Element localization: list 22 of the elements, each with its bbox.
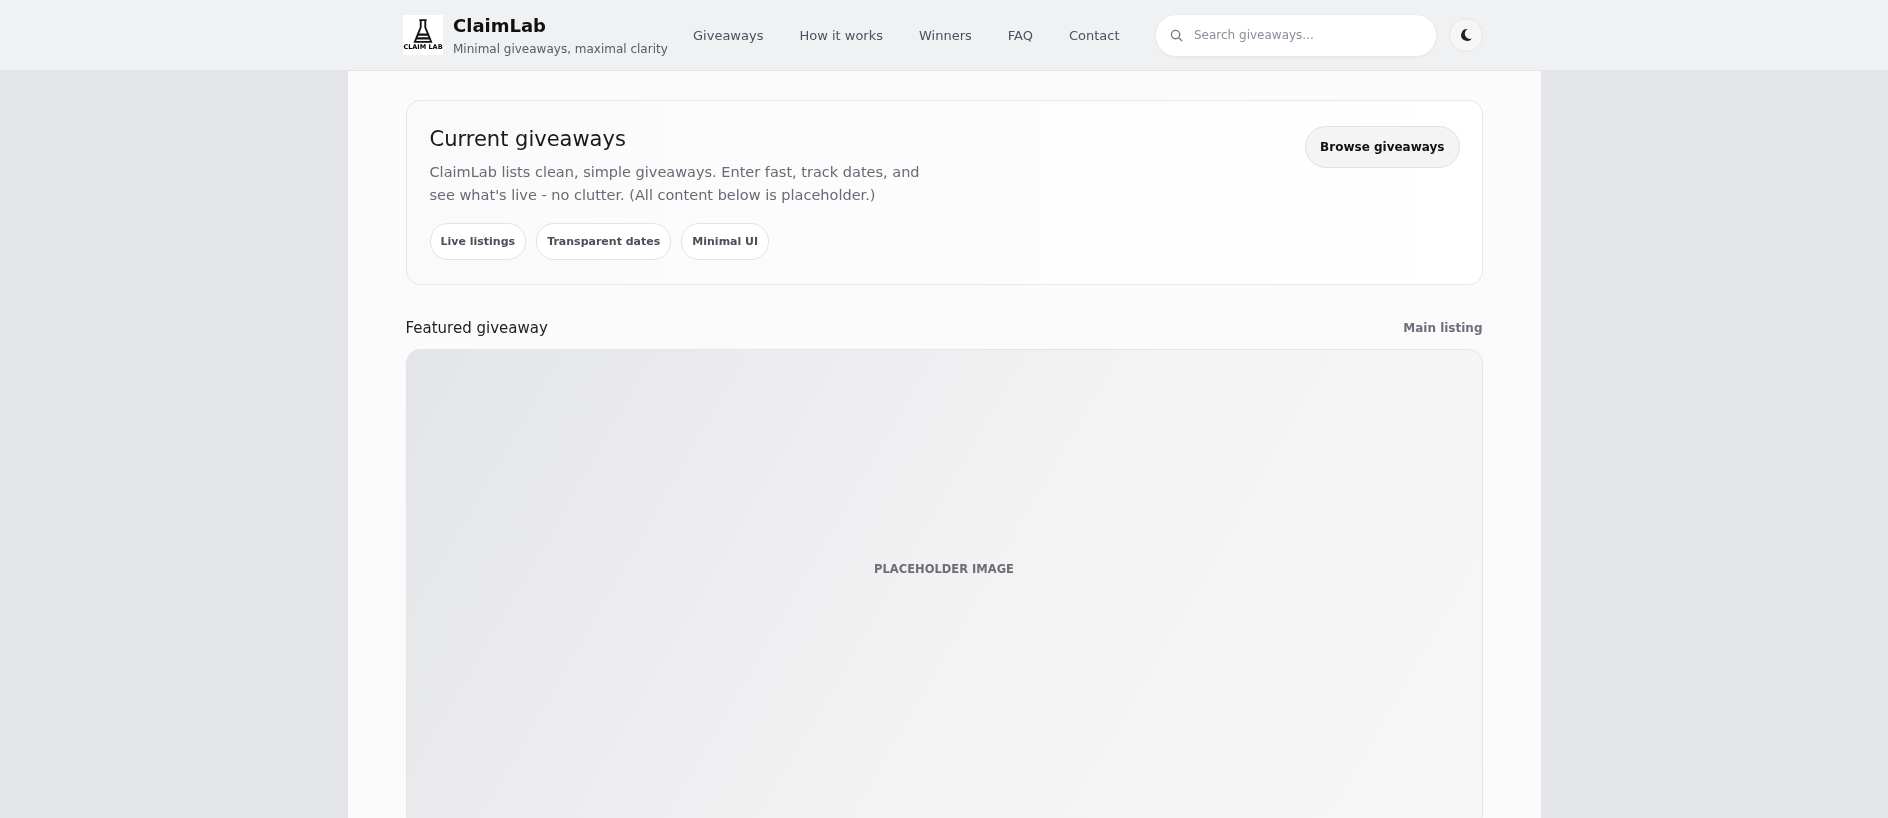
feature-tag: Transparent dates [536, 223, 672, 260]
nav-link[interactable]: FAQ [1007, 27, 1033, 43]
moon-icon [1459, 28, 1473, 42]
feature-tag: Live listings [429, 223, 527, 260]
section-title: Current giveaways [429, 127, 627, 151]
feature-tag: Minimal UI [681, 223, 770, 260]
nav-link[interactable]: Winners [919, 27, 972, 43]
nav-link[interactable]: Contact [1068, 27, 1120, 43]
tagline: Minimal giveaways, maximal clarity [453, 41, 668, 56]
theme-toggle-button[interactable] [1449, 18, 1483, 52]
section-note: Main listing [1403, 321, 1483, 335]
search-input[interactable]: Search giveaways... [1192, 27, 1422, 43]
browse-button[interactable]: Browse giveaways [1305, 126, 1460, 168]
intro-text: ClaimLab lists clean, simple giveaways. Enter fast, track dates, and see what's live - no clutter. (All content below is placeholder.) [429, 163, 921, 205]
search-field[interactable]: Search giveaways... [1156, 14, 1436, 56]
nav-link[interactable]: How it works [799, 27, 883, 43]
flask-icon [413, 19, 433, 45]
image-label: PLACEHOLDER IMAGE [874, 562, 1014, 576]
brand-name: ClaimLab [453, 14, 547, 36]
section-heading: Featured giveaway [405, 319, 548, 337]
search-icon [1170, 28, 1183, 42]
nav-link[interactable]: Giveaways [693, 27, 764, 43]
